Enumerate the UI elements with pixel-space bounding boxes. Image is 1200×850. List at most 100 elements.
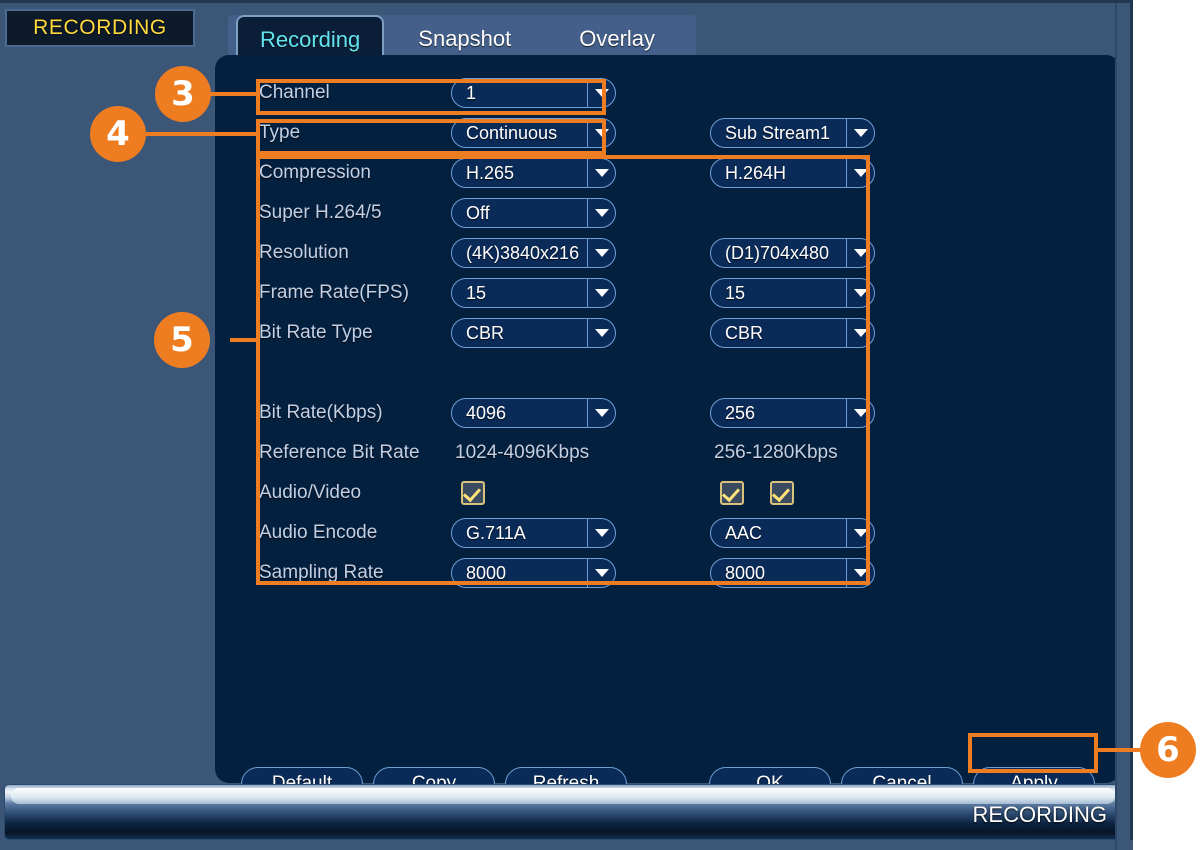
form-label-resolution: Resolution — [259, 242, 349, 263]
main-frame-rate-fps-value: 15 — [466, 282, 487, 303]
main-stream-cell-bit-rate-type: CBR — [451, 318, 616, 348]
form-label-audio-video: Audio/Video — [259, 482, 362, 503]
form-label-audio-encode: Audio Encode — [259, 522, 378, 543]
main-type-value: Continuous — [466, 122, 558, 143]
recording-status-badge: RECORDING — [5, 9, 195, 47]
chevron-down-icon[interactable] — [587, 79, 615, 107]
sub-stream-cell-reference-bit-rate: 256-1280Kbps — [710, 442, 875, 464]
main-audio-video-checkbox-1[interactable] — [461, 481, 485, 505]
sub-stream-cell-compression: H.264H — [710, 158, 875, 188]
form-row-bit-rate-kbps: Bit Rate(Kbps) 4096 256 — [259, 393, 1089, 433]
sub-stream-cell-frame-rate-fps: 15 — [710, 278, 875, 308]
sub-type-value: Sub Stream1 — [725, 122, 831, 143]
tab-overlay-label: Overlay — [579, 26, 656, 51]
form-row-reference-bit-rate: Reference Bit Rate 1024-4096Kbps 256-1280K… — [259, 433, 1089, 473]
sub-bit-rate-type-value: CBR — [725, 322, 764, 343]
sub-bit-rate-kbps-value: 256 — [725, 402, 756, 423]
chevron-down-icon[interactable] — [587, 319, 615, 347]
main-type-dropdown[interactable]: Continuous — [451, 118, 616, 148]
chevron-down-icon[interactable] — [587, 239, 615, 267]
sub-sampling-rate-dropdown[interactable]: 8000 — [710, 558, 875, 588]
status-bar-label: RECORDING — [972, 802, 1107, 827]
callout-marker-4-label: 4 — [106, 114, 130, 154]
tab-snapshot-label: Snapshot — [418, 26, 512, 51]
form-row-audio-encode: Audio Encode G.711A AAC — [259, 513, 1089, 553]
main-bit-rate-type-value: CBR — [466, 322, 505, 343]
main-bit-rate-type-dropdown[interactable]: CBR — [451, 318, 616, 348]
form-label-channel: Channel — [259, 82, 330, 103]
sub-type-dropdown[interactable]: Sub Stream1 — [710, 118, 875, 148]
main-super-h-264-5-value: Off — [466, 202, 490, 223]
chevron-down-icon[interactable] — [587, 279, 615, 307]
chevron-down-icon[interactable] — [846, 119, 874, 147]
main-resolution-dropdown[interactable]: (4K)3840x216 — [451, 238, 616, 268]
callout-marker-3-label: 3 — [171, 74, 195, 114]
main-stream-cell-sampling-rate: 8000 — [451, 558, 616, 588]
callout-leader-5 — [230, 338, 260, 342]
form-row-spacer — [259, 353, 1089, 393]
callout-marker-6-label: 6 — [1156, 730, 1180, 770]
chevron-down-icon[interactable] — [846, 239, 874, 267]
sub-reference-bit-rate-text: 256-1280Kbps — [714, 442, 838, 463]
sub-audio-encode-value: AAC — [725, 522, 763, 543]
main-bit-rate-kbps-dropdown[interactable]: 4096 — [451, 398, 616, 428]
form-label-sampling-rate: Sampling Rate — [259, 562, 384, 583]
chevron-down-icon[interactable] — [587, 519, 615, 547]
callout-marker-5: 5 — [154, 312, 210, 368]
main-reference-bit-rate-text: 1024-4096Kbps — [455, 442, 590, 463]
main-audio-video-checkbox-group — [451, 481, 616, 505]
screen-base-shade — [0, 840, 1133, 850]
chevron-down-icon[interactable] — [846, 559, 874, 587]
form-row-compression: Compression H.265 H.264H — [259, 153, 1089, 193]
form-label-reference-bit-rate: Reference Bit Rate — [259, 442, 420, 463]
recording-status-badge-label: RECORDING — [33, 16, 167, 39]
main-super-h-264-5-dropdown[interactable]: Off — [451, 198, 616, 228]
sub-audio-video-checkbox-1[interactable] — [720, 481, 744, 505]
sub-bit-rate-type-dropdown[interactable]: CBR — [710, 318, 875, 348]
main-channel-value: 1 — [466, 82, 477, 103]
chevron-down-icon[interactable] — [587, 159, 615, 187]
chevron-down-icon[interactable] — [587, 399, 615, 427]
form-row-audio-video: Audio/Video — [259, 473, 1089, 513]
status-bar-gloss — [11, 788, 1115, 804]
chevron-down-icon[interactable] — [846, 399, 874, 427]
sub-bit-rate-kbps-dropdown[interactable]: 256 — [710, 398, 875, 428]
form-row-type: Type Continuous Sub Stream1 — [259, 113, 1089, 153]
chevron-down-icon[interactable] — [587, 199, 615, 227]
sub-stream-cell-audio-encode: AAC — [710, 518, 875, 548]
screenshot-root: RECORDING Recording Snapshot Overlay Cha… — [0, 0, 1200, 850]
main-frame-rate-fps-dropdown[interactable]: 15 — [451, 278, 616, 308]
sub-compression-dropdown[interactable]: H.264H — [710, 158, 875, 188]
sub-audio-encode-dropdown[interactable]: AAC — [710, 518, 875, 548]
chevron-down-icon[interactable] — [846, 159, 874, 187]
main-sampling-rate-value: 8000 — [466, 562, 507, 583]
main-bit-rate-kbps-value: 4096 — [466, 402, 507, 423]
sub-stream-cell-audio-video — [710, 481, 875, 505]
chevron-down-icon[interactable] — [846, 319, 874, 347]
chevron-down-icon[interactable] — [846, 519, 874, 547]
dvr-screen: RECORDING Recording Snapshot Overlay Cha… — [0, 0, 1133, 850]
chevron-down-icon[interactable] — [587, 559, 615, 587]
main-stream-cell-audio-video — [451, 481, 616, 505]
main-stream-cell-type: Continuous — [451, 118, 616, 148]
main-stream-cell-compression: H.265 — [451, 158, 616, 188]
sub-stream-cell-bit-rate-kbps: 256 — [710, 398, 875, 428]
chevron-down-icon[interactable] — [846, 279, 874, 307]
main-stream-cell-frame-rate-fps: 15 — [451, 278, 616, 308]
sub-audio-video-checkbox-group — [710, 481, 875, 505]
sub-resolution-dropdown[interactable]: (D1)704x480 — [710, 238, 875, 268]
chevron-down-icon[interactable] — [587, 119, 615, 147]
form-row-super-h-264-5: Super H.264/5 Off — [259, 193, 1089, 233]
form-row-sampling-rate: Sampling Rate 8000 8000 — [259, 553, 1089, 593]
tab-recording-label: Recording — [260, 27, 361, 52]
main-stream-cell-resolution: (4K)3840x216 — [451, 238, 616, 268]
form-label-bit-rate-type: Bit Rate Type — [259, 322, 373, 343]
sub-frame-rate-fps-dropdown[interactable]: 15 — [710, 278, 875, 308]
main-audio-encode-dropdown[interactable]: G.711A — [451, 518, 616, 548]
main-sampling-rate-dropdown[interactable]: 8000 — [451, 558, 616, 588]
main-compression-dropdown[interactable]: H.265 — [451, 158, 616, 188]
sub-audio-video-checkbox-2[interactable] — [770, 481, 794, 505]
callout-marker-4: 4 — [90, 106, 146, 162]
main-channel-dropdown[interactable]: 1 — [451, 78, 616, 108]
main-stream-cell-reference-bit-rate: 1024-4096Kbps — [451, 442, 616, 464]
